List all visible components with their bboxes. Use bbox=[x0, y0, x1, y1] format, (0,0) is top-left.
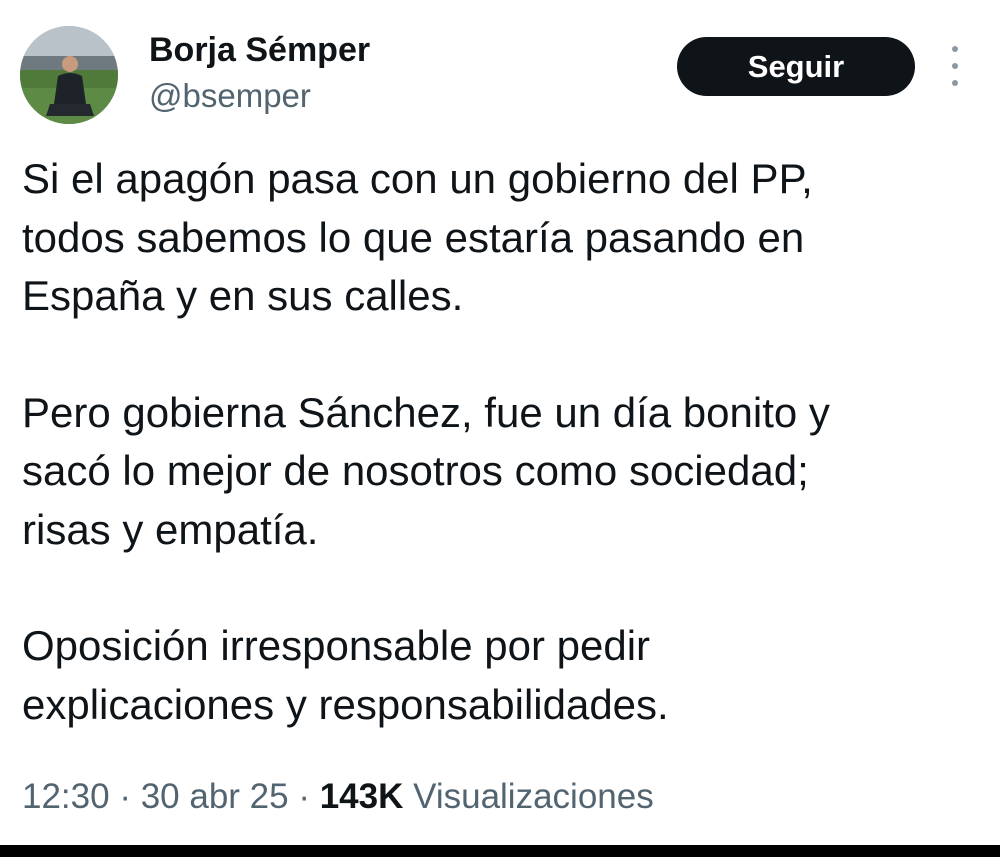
tweet-paragraph: Pero gobierna Sánchez, fue un día bonito… bbox=[22, 388, 830, 553]
views-count: 143K bbox=[319, 777, 404, 816]
dot bbox=[952, 63, 958, 69]
tweet-text: Si el apagón pasa con un gobierno del PP… bbox=[22, 150, 982, 734]
tweet-card: Borja Sémper @bsemper Seguir Si el apagó… bbox=[0, 0, 1000, 845]
author-display-name[interactable]: Borja Sémper bbox=[149, 30, 370, 70]
author-info: Borja Sémper @bsemper bbox=[149, 30, 370, 116]
views-label: Visualizaciones bbox=[403, 777, 654, 816]
more-vertical-icon[interactable] bbox=[944, 46, 966, 86]
author-handle[interactable]: @bsemper bbox=[149, 76, 370, 116]
meta-separator: · bbox=[288, 777, 320, 816]
dot bbox=[952, 46, 958, 52]
bottom-bar bbox=[0, 845, 1000, 857]
avatar-photo bbox=[20, 26, 118, 124]
dot bbox=[952, 80, 958, 86]
tweet-date[interactable]: 30 abr 25 bbox=[141, 777, 289, 816]
avatar[interactable] bbox=[20, 26, 118, 124]
tweet-paragraph: Si el apagón pasa con un gobierno del PP… bbox=[22, 155, 813, 319]
follow-button[interactable]: Seguir bbox=[677, 37, 915, 96]
tweet-time[interactable]: 12:30 bbox=[22, 777, 110, 816]
meta-separator: · bbox=[109, 777, 141, 816]
tweet-paragraph: Oposición irresponsable por pedir explic… bbox=[22, 622, 669, 728]
tweet-meta: 12:30 · 30 abr 25 · 143K Visualizaciones bbox=[22, 775, 654, 819]
